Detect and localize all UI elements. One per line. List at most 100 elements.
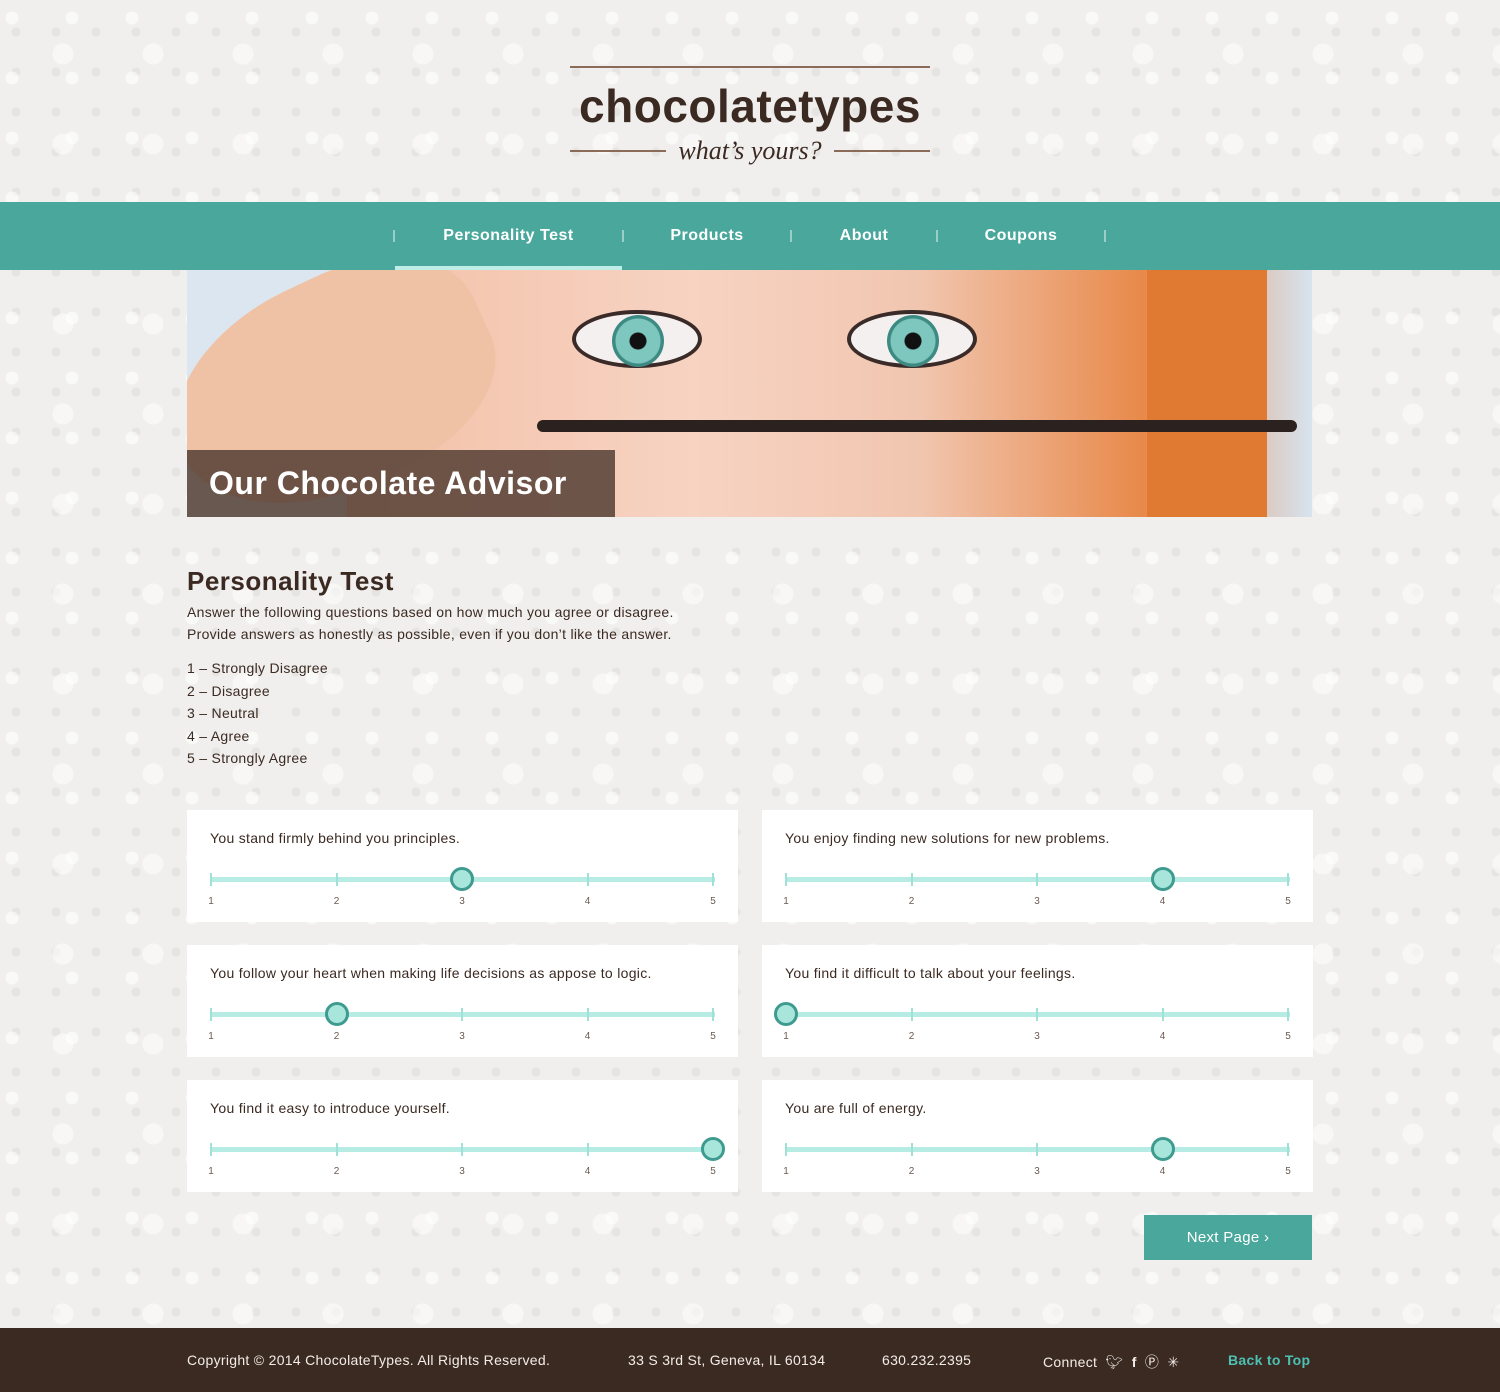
slider-handle[interactable]: [450, 867, 474, 891]
next-page-button[interactable]: Next Page ›: [1144, 1215, 1312, 1260]
footer-connect-label: Connect: [1043, 1354, 1098, 1370]
slider-tick: [586, 1008, 589, 1021]
slider-tick: [712, 1008, 714, 1021]
slider-handle[interactable]: [774, 1002, 798, 1026]
slider-tick-label: 2: [333, 1166, 340, 1177]
slider-tick: [210, 873, 212, 886]
slider-tick-label: 4: [1159, 896, 1166, 907]
slider-tick: [461, 1143, 463, 1156]
slider-tick-label: 3: [459, 896, 465, 907]
intro-text-2: Provide answers as honestly as possible,…: [187, 626, 672, 642]
rating-slider[interactable]: [785, 867, 1290, 891]
slider-tick-label: 3: [1034, 896, 1040, 907]
slider-tick: [335, 1143, 338, 1156]
brand-rule: [570, 66, 930, 68]
nav-separator: [1104, 230, 1106, 242]
slider-tick-label: 1: [208, 896, 214, 907]
hero-iris: [887, 315, 939, 367]
slider-tick-label: 2: [333, 896, 340, 907]
question-card: You are full of energy. 1 2 3 4 5: [762, 1080, 1313, 1192]
scale-legend: 1 – Strongly Disagree 2 – Disagree 3 – N…: [187, 657, 887, 770]
slider-tick: [712, 873, 714, 886]
footer-copyright: Copyright © 2014 ChocolateTypes. All Rig…: [187, 1352, 551, 1368]
rating-slider[interactable]: [210, 1137, 725, 1161]
slider-tick-label: 1: [208, 1031, 214, 1042]
slider-tick-label: 5: [1285, 896, 1291, 907]
question-card: You find it easy to introduce yourself. 1…: [187, 1080, 738, 1192]
question-text: You follow your heart when making life d…: [210, 965, 652, 981]
slider-tick-label: 1: [783, 1031, 789, 1042]
tagline-row: what’s yours?: [570, 136, 930, 166]
slider-tick-label: 4: [584, 1166, 591, 1177]
slider-tick: [910, 873, 913, 886]
slider-tick: [1287, 1143, 1289, 1156]
rating-slider[interactable]: [785, 1137, 1290, 1161]
rating-slider[interactable]: [774, 1002, 1290, 1026]
question-text: You stand firmly behind you principles.: [210, 830, 461, 846]
slider-tick: [910, 1008, 913, 1021]
question-text: You are full of energy.: [785, 1100, 927, 1116]
site-logo[interactable]: chocolatetypes: [570, 80, 930, 132]
slider-handle[interactable]: [324, 1002, 349, 1026]
slider-tick: [1036, 1008, 1038, 1021]
slider-handle[interactable]: [701, 1137, 725, 1161]
slider-tick-label: 3: [459, 1166, 465, 1177]
slider-tick-label: 5: [1285, 1166, 1291, 1177]
brand-header: chocolatetypes what’s yours?: [570, 66, 930, 166]
question-card: You enjoy finding new solutions for new …: [762, 810, 1313, 922]
scale-legend-item: 4 – Agree: [187, 727, 250, 744]
slider-tick: [335, 873, 338, 886]
nav-item-about[interactable]: About: [792, 202, 936, 270]
pinterest-icon[interactable]: Ⓟ: [1145, 1352, 1159, 1372]
tagline: what’s yours?: [678, 136, 822, 165]
slider-handle[interactable]: [1150, 867, 1175, 891]
page-title: Personality Test: [187, 566, 394, 596]
footer-connect: Connect 🐦︎ f Ⓟ ✳: [1043, 1352, 1179, 1372]
slider-tick-label: 4: [1159, 1166, 1166, 1177]
nav-item-coupons[interactable]: Coupons: [938, 202, 1104, 270]
hero-hair: [1147, 270, 1267, 517]
slider-tick-label: 3: [1034, 1166, 1040, 1177]
back-to-top-link[interactable]: Back to Top: [1228, 1352, 1310, 1368]
nav-item-personality-test[interactable]: Personality Test: [395, 202, 622, 270]
facebook-icon[interactable]: f: [1132, 1354, 1137, 1370]
slider-tick: [1287, 873, 1289, 886]
slider-tick: [586, 873, 589, 886]
slider-tick: [910, 1143, 913, 1156]
slider-tick-label: 2: [333, 1031, 340, 1042]
slider-tick: [586, 1143, 589, 1156]
footer: Copyright © 2014 ChocolateTypes. All Rig…: [0, 1328, 1500, 1392]
scale-legend-item: 1 – Strongly Disagree: [187, 660, 328, 676]
question-card: You find it difficult to talk about your…: [762, 945, 1313, 1057]
intro-section: Personality Test Answer the following qu…: [187, 566, 887, 770]
question-text: You enjoy finding new solutions for new …: [785, 830, 1110, 846]
yelp-icon[interactable]: ✳: [1167, 1354, 1179, 1371]
question-text: You find it easy to introduce yourself.: [210, 1100, 450, 1116]
slider-tick-label: 5: [710, 896, 716, 907]
slider-tick-label: 1: [783, 1166, 789, 1177]
twitter-icon[interactable]: 🐦︎: [1105, 1354, 1123, 1371]
hero-caption: Our Chocolate Advisor: [187, 450, 615, 517]
nav-item-products[interactable]: Products: [624, 202, 790, 270]
slider-tick: [210, 1143, 212, 1156]
footer-phone[interactable]: 630.232.2395: [882, 1352, 971, 1368]
hero-image: Our Chocolate Advisor: [187, 270, 1312, 517]
slider-tick: [210, 1008, 212, 1021]
slider-tick: [785, 873, 787, 886]
scale-legend-item: 3 – Neutral: [187, 705, 259, 721]
slider-tick-label: 4: [584, 896, 591, 907]
slider-tick: [785, 1143, 787, 1156]
hero-eye-left: [572, 310, 702, 368]
slider-tick-label: 5: [1285, 1031, 1291, 1042]
slider-handle[interactable]: [1150, 1137, 1175, 1161]
slider-tick-label: 1: [208, 1166, 214, 1177]
slider-tick-label: 5: [710, 1166, 716, 1177]
question-card: You stand firmly behind you principles. 1…: [187, 810, 738, 922]
question-text: You find it difficult to talk about your…: [785, 965, 1076, 981]
tagline-rule-right: [833, 150, 930, 152]
rating-slider[interactable]: [210, 867, 715, 891]
scale-legend-item: 5 – Strongly Agree: [187, 750, 308, 766]
scale-legend-item: 2 – Disagree: [187, 682, 270, 699]
rating-slider[interactable]: [210, 1002, 715, 1026]
hero-iris: [612, 315, 664, 367]
